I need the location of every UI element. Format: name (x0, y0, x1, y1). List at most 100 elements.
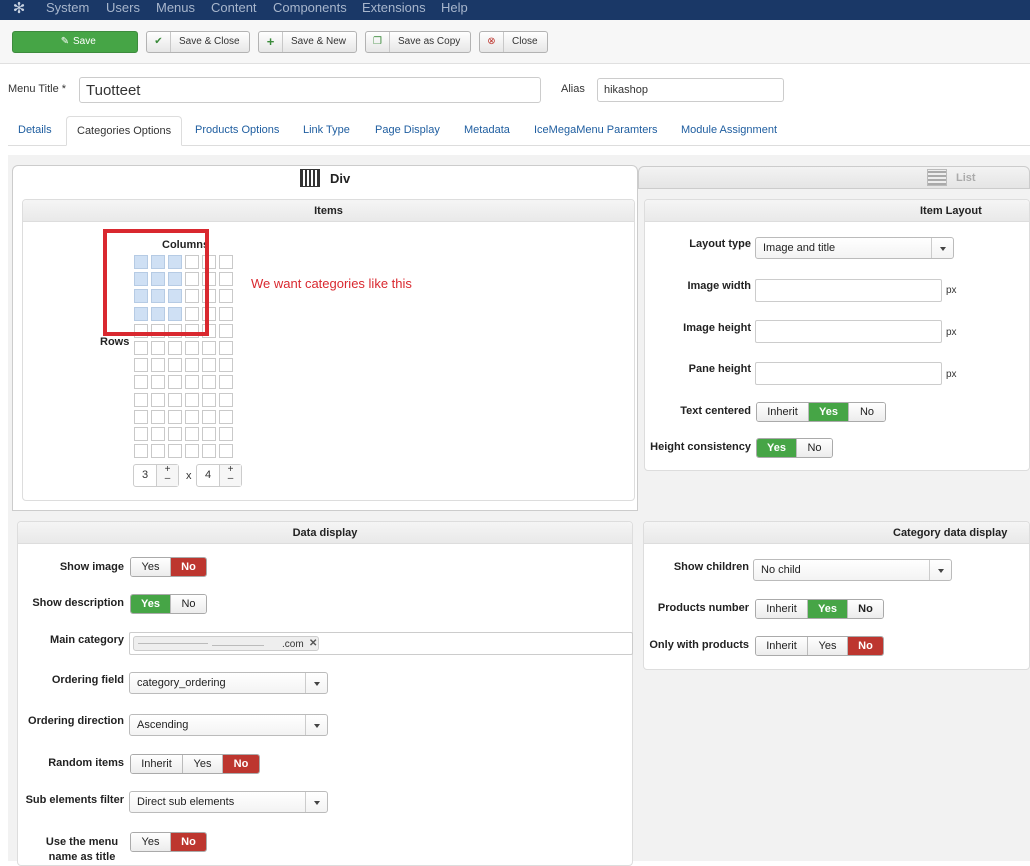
show-image-toggle[interactable]: Yes No (130, 557, 207, 577)
products-number-toggle[interactable]: Inherit Yes No (755, 599, 884, 619)
products-number-inherit[interactable]: Inherit (756, 600, 808, 618)
image-height-input[interactable] (755, 320, 942, 343)
grid-cell[interactable] (219, 444, 233, 459)
main-category-input[interactable]: .com ✕ (129, 632, 633, 655)
grid-cell[interactable] (151, 392, 165, 407)
close-button[interactable]: ⊗ Close (479, 31, 548, 53)
tab-page-display[interactable]: Page Display (375, 116, 440, 146)
ordering-field-select[interactable]: category_ordering (129, 672, 328, 694)
grid-cell[interactable] (168, 444, 182, 459)
save-button[interactable]: ✎ Save (12, 31, 138, 53)
grid-cell[interactable] (202, 392, 216, 407)
grid-cell[interactable] (185, 409, 199, 424)
grid-cell[interactable] (219, 323, 233, 338)
rows-plus-minus[interactable]: + – (219, 465, 241, 486)
only-with-products-inherit[interactable]: Inherit (756, 637, 808, 655)
height-consistency-toggle[interactable]: Yes No (756, 438, 833, 458)
minus-icon[interactable]: – (165, 473, 171, 484)
text-centered-toggle[interactable]: Inherit Yes No (756, 402, 886, 422)
show-children-select[interactable]: No child (753, 559, 952, 581)
grid-cell[interactable] (219, 375, 233, 390)
grid-cell[interactable] (219, 358, 233, 373)
grid-cell[interactable] (134, 358, 148, 373)
text-centered-inherit[interactable]: Inherit (757, 403, 809, 421)
grid-cell[interactable] (134, 392, 148, 407)
menu-system[interactable]: System (46, 0, 89, 20)
grid-cell[interactable] (185, 375, 199, 390)
grid-cell[interactable] (151, 375, 165, 390)
grid-cell[interactable] (168, 375, 182, 390)
grid-cell[interactable] (202, 375, 216, 390)
products-number-no[interactable]: No (848, 600, 883, 618)
show-description-no[interactable]: No (171, 595, 206, 613)
grid-cell[interactable] (134, 427, 148, 441)
height-consistency-no[interactable]: No (797, 439, 832, 457)
show-image-no[interactable]: No (171, 558, 206, 576)
only-with-products-no[interactable]: No (848, 637, 883, 655)
grid-cell[interactable] (168, 409, 182, 424)
show-description-toggle[interactable]: Yes No (130, 594, 207, 614)
pane-height-input[interactable] (755, 362, 942, 385)
grid-cell[interactable] (219, 272, 233, 287)
grid-cell[interactable] (168, 427, 182, 441)
sub-elements-filter-select[interactable]: Direct sub elements (129, 791, 328, 813)
grid-cell[interactable] (219, 409, 233, 424)
grid-cell[interactable] (185, 358, 199, 373)
save-copy-button[interactable]: ❐ Save as Copy (365, 31, 471, 53)
grid-cell[interactable] (219, 427, 233, 441)
image-width-input[interactable] (755, 279, 942, 302)
random-items-inherit[interactable]: Inherit (131, 755, 183, 773)
save-close-button[interactable]: ✔ Save & Close (146, 31, 250, 53)
height-consistency-yes[interactable]: Yes (757, 439, 797, 457)
menu-content[interactable]: Content (211, 0, 257, 20)
grid-cell[interactable] (202, 358, 216, 373)
tab-categories-options[interactable]: Categories Options (66, 116, 183, 146)
grid-cell[interactable] (151, 409, 165, 424)
only-with-products-yes[interactable]: Yes (808, 637, 848, 655)
menu-users[interactable]: Users (106, 0, 140, 20)
use-menu-name-yes[interactable]: Yes (131, 833, 171, 851)
grid-cell[interactable] (151, 444, 165, 459)
grid-cell[interactable] (134, 409, 148, 424)
random-items-toggle[interactable]: Inherit Yes No (130, 754, 260, 774)
products-number-yes[interactable]: Yes (808, 600, 848, 618)
columns-plus-minus[interactable]: + – (156, 465, 178, 486)
menu-help[interactable]: Help (441, 0, 468, 20)
grid-cell[interactable] (202, 341, 216, 355)
grid-cell[interactable] (168, 358, 182, 373)
columns-stepper[interactable]: 3 + – (133, 464, 179, 487)
grid-cell[interactable] (168, 341, 182, 355)
grid-cell[interactable] (202, 444, 216, 459)
save-new-button[interactable]: + Save & New (258, 31, 357, 53)
use-menu-name-no[interactable]: No (171, 833, 206, 851)
grid-cell[interactable] (219, 392, 233, 407)
menu-title-input[interactable]: Tuotteet (79, 77, 541, 103)
menu-components[interactable]: Components (273, 0, 347, 20)
grid-cell[interactable] (219, 255, 233, 269)
grid-cell[interactable] (134, 341, 148, 355)
grid-cell[interactable] (134, 444, 148, 459)
grid-cell[interactable] (151, 341, 165, 355)
grid-cell[interactable] (219, 306, 233, 321)
random-items-no[interactable]: No (223, 755, 259, 773)
grid-cell[interactable] (151, 427, 165, 441)
use-menu-name-toggle[interactable]: Yes No (130, 832, 207, 852)
layout-type-select[interactable]: Image and title (755, 237, 954, 259)
show-description-yes[interactable]: Yes (131, 595, 171, 613)
tab-link-type[interactable]: Link Type (303, 116, 350, 146)
grid-cell[interactable] (219, 341, 233, 355)
minus-icon[interactable]: – (228, 473, 234, 484)
tab-details[interactable]: Details (18, 116, 52, 146)
text-centered-yes[interactable]: Yes (809, 403, 849, 421)
grid-cell[interactable] (151, 358, 165, 373)
remove-tag-icon[interactable]: ✕ (309, 637, 317, 650)
grid-cell[interactable] (185, 427, 199, 441)
tab-metadata[interactable]: Metadata (464, 116, 510, 146)
grid-cell[interactable] (185, 392, 199, 407)
grid-cell[interactable] (185, 341, 199, 355)
tab-icemegamenu[interactable]: IceMegaMenu Paramters (534, 116, 658, 146)
grid-cell[interactable] (202, 409, 216, 424)
grid-cell[interactable] (168, 392, 182, 407)
menu-menus[interactable]: Menus (156, 0, 195, 20)
grid-cell[interactable] (185, 444, 199, 459)
